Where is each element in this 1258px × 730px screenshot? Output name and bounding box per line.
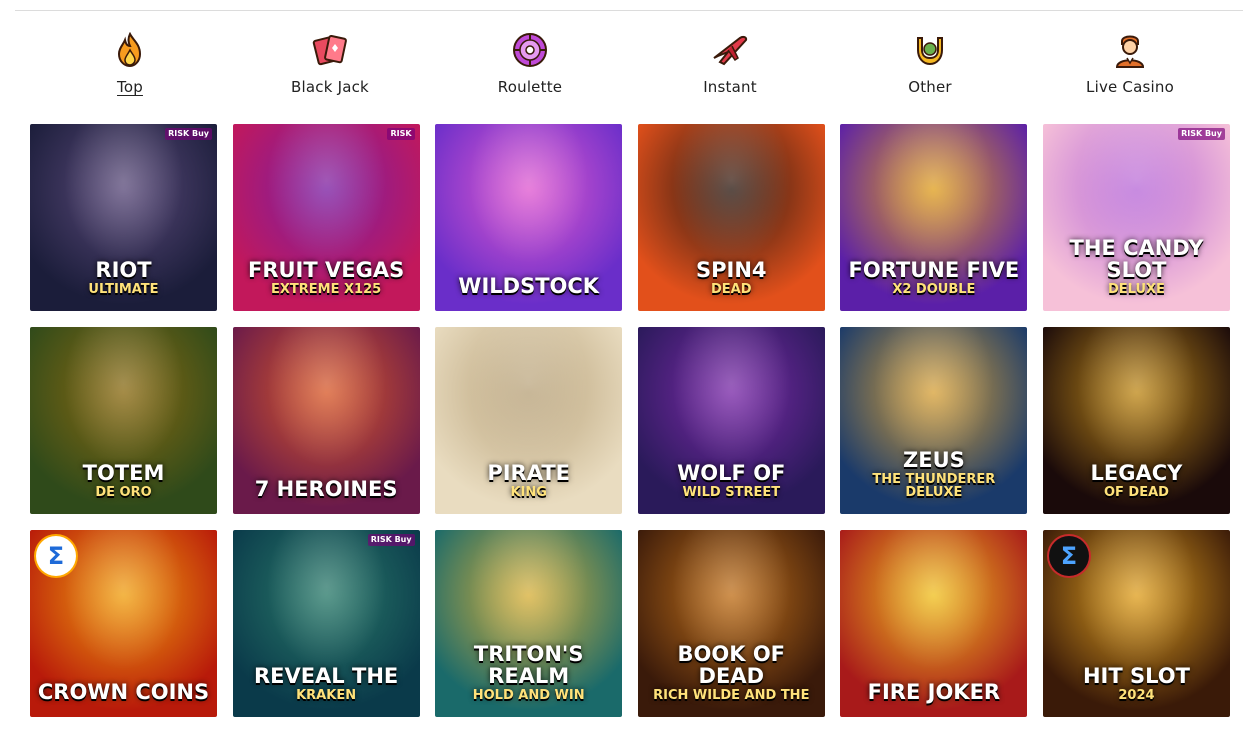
category-instant[interactable]: Instant [630,30,830,102]
provider-logo-icon: Σ [1048,536,1089,576]
game-tile[interactable]: WildStock [435,124,623,311]
flame-icon [110,30,150,70]
top-divider [15,10,1243,11]
game-title-text: Riot [95,258,152,283]
game-subtitle: Kraken [296,688,357,704]
category-other[interactable]: Other [830,30,1030,102]
game-tile[interactable]: Σ Crown Coins [30,530,217,717]
risk-buy-badge: RISK Buy [1178,128,1225,140]
category-label: Top [117,78,143,96]
game-subtitle: 2024 [1118,688,1155,704]
game-tile[interactable]: RISK Buy Riot Ultimate [30,124,217,311]
category-nav: Top Black Jack Roulette Instant Other Li… [30,30,1230,102]
game-subtitle: King [510,485,547,501]
game-title-text: Hit Slot [1082,664,1190,689]
category-roulette[interactable]: Roulette [430,30,630,102]
game-title: 7 Heroines [233,478,420,514]
game-subtitle: Wild Street [682,485,781,501]
category-label: Live Casino [1086,78,1174,96]
playing-cards-icon [310,30,350,70]
game-title: Totem De Oro [30,462,217,514]
game-title: Legacy of Dead [1043,462,1230,514]
game-title-text: Zeus [903,447,965,472]
games-grid: RISK Buy Riot Ultimate RISK Fruit Vegas Extre… [30,124,1230,717]
game-subtitle: Ultimate [88,282,159,298]
roulette-chip-icon [510,30,550,70]
risk-buy-badge: RISK Buy [367,534,415,546]
game-title: Triton's Realm Hold and Win [435,643,622,717]
game-title: WildStock [435,275,622,311]
game-title: Wolf of Wild Street [638,462,825,514]
game-subtitle: The Thunderer Deluxe [872,471,996,501]
game-title-text: WildStock [458,273,600,298]
category-black-jack[interactable]: Black Jack [230,30,430,102]
game-title-text: Reveal the [253,664,399,689]
game-title-text: Fortune Five [848,258,1020,283]
game-subtitle: Deluxe [1107,282,1165,298]
game-title-text: Pirate [487,461,571,486]
game-tile[interactable]: 7 Heroines [232,327,420,514]
game-tile[interactable]: Book of Dead Rich Wilde and the [637,530,825,717]
game-subtitle: x2 Double [892,282,976,298]
game-title: Fire Joker [840,681,1027,717]
game-tile[interactable]: Triton's Realm Hold and Win [435,530,623,717]
game-title-text: Book of Dead [677,642,786,689]
game-subtitle: Hold and Win [472,688,585,704]
game-tile[interactable]: Legacy of Dead [1042,327,1230,514]
game-tile[interactable]: RISK Buy The Candy Slot Deluxe [1042,124,1230,311]
game-title: Fruit Vegas Extreme X125 [233,259,420,311]
game-tile[interactable]: Fire Joker [840,530,1028,717]
game-tile[interactable]: Zeus The Thunderer Deluxe [840,327,1028,514]
category-live-casino[interactable]: Live Casino [1030,30,1230,102]
category-label: Other [908,78,952,96]
game-title-text: Legacy [1090,461,1183,486]
game-tile[interactable]: Fortune Five x2 Double [840,124,1028,311]
game-subtitle: De Oro [95,485,152,501]
provider-logo-icon: Σ [36,536,76,576]
risk-buy-badge: RISK Buy [165,128,212,140]
game-tile[interactable]: Spin4 Dead [637,124,825,311]
game-tile[interactable]: Wolf of Wild Street [637,327,825,514]
game-title-text: Fruit Vegas [247,258,405,283]
game-title-text: Wolf of [677,461,786,486]
dealer-icon [1110,30,1150,70]
category-label: Roulette [497,78,563,96]
category-label: Black Jack [291,78,369,96]
plane-icon [710,30,750,70]
game-title-text: Triton's Realm [473,642,584,689]
game-subtitle: of Dead [1103,485,1169,501]
game-title-text: Fire Joker [867,679,1001,704]
game-title: Crown Coins [30,681,217,717]
game-title: Book of Dead Rich Wilde and the [638,643,825,717]
game-title: Pirate King [435,462,622,514]
game-subtitle: Dead [711,282,752,298]
game-tile[interactable]: Totem De Oro [30,327,217,514]
category-top[interactable]: Top [30,30,230,102]
risk-buy-badge: RISK [387,128,415,140]
game-tile[interactable]: RISK Buy Reveal the Kraken [232,530,420,717]
game-title-text: Crown Coins [37,679,210,704]
game-subtitle: Extreme X125 [271,282,382,298]
game-title: Riot Ultimate [30,259,217,311]
game-title: Zeus The Thunderer Deluxe [840,449,1027,514]
game-tile[interactable]: Pirate King [435,327,623,514]
horseshoe-icon [910,30,950,70]
category-label: Instant [703,78,757,96]
game-title-text: 7 Heroines [254,476,398,501]
game-tile[interactable]: RISK Fruit Vegas Extreme X125 [232,124,420,311]
game-title: Hit Slot 2024 [1043,665,1230,717]
game-title: Spin4 Dead [638,259,825,311]
game-title-text: Totem [82,461,165,486]
game-title: Fortune Five x2 Double [840,259,1027,311]
game-subtitle: Rich Wilde and the [653,688,810,704]
game-title-text: The Candy Slot [1069,236,1204,283]
game-title-text: Spin4 [696,258,767,283]
game-tile[interactable]: Σ Hit Slot 2024 [1042,530,1230,717]
game-title: Reveal the Kraken [233,665,420,717]
game-title: The Candy Slot Deluxe [1043,237,1230,311]
